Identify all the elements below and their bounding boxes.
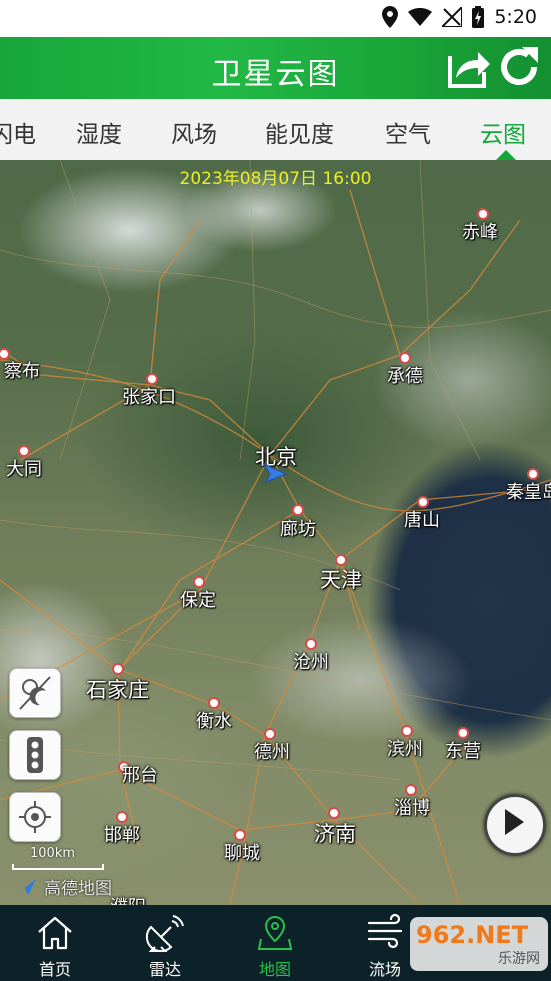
tab-air[interactable]: 空气 <box>385 115 431 149</box>
refresh-icon[interactable] <box>496 43 542 89</box>
status-time: 5:20 <box>494 6 537 28</box>
city-label: 赤峰 <box>462 222 498 243</box>
city-label: 唐山 <box>404 510 440 531</box>
flow-icon <box>367 913 403 949</box>
city-label: 邢台 <box>122 765 158 786</box>
city-label: 德州 <box>254 742 290 763</box>
satellite-map[interactable]: 2023年08月07日 16:00 赤峰 察布 承德 张家口 北京 大同 秦皇岛… <box>0 160 551 905</box>
location-arrow-icon <box>262 462 288 483</box>
tab-lightning[interactable]: 闪电 <box>0 115 36 149</box>
active-tab-indicator <box>496 150 516 160</box>
nav-map[interactable]: 地图 <box>220 905 330 981</box>
city-label: 东营 <box>445 741 481 762</box>
city-label: 石家庄 <box>86 678 149 702</box>
scale-bar <box>12 864 104 870</box>
map-provider-name: 高德地图 <box>44 879 112 899</box>
play-button[interactable] <box>484 794 546 856</box>
nav-radar[interactable]: 雷达 <box>110 905 220 981</box>
city-label: 聊城 <box>224 843 260 864</box>
city-label: 秦皇岛 <box>506 482 551 503</box>
watermark-text: 962.NET <box>416 921 529 949</box>
traffic-button[interactable] <box>9 730 61 780</box>
locate-icon <box>19 801 51 833</box>
city-label: 保定 <box>180 590 216 611</box>
site-watermark: 962.NET 乐游网 <box>410 917 548 971</box>
nav-label: 地图 <box>258 960 291 979</box>
city-label: 察布 <box>4 361 40 382</box>
tab-cloud[interactable]: 云图 <box>480 115 526 149</box>
home-icon <box>38 916 72 950</box>
traffic-light-icon <box>27 737 43 773</box>
watermark-subtext: 乐游网 <box>498 951 540 967</box>
city-label: 廊坊 <box>280 519 316 540</box>
tab-visibility[interactable]: 能见度 <box>265 115 334 149</box>
locate-button[interactable] <box>9 792 61 842</box>
city-label: 衡水 <box>196 711 232 732</box>
share-icon[interactable] <box>446 44 492 90</box>
location-icon <box>382 6 399 28</box>
map-timestamp: 2023年08月07日 16:00 <box>179 169 372 189</box>
city-label: 大同 <box>6 459 42 480</box>
city-label: 济南 <box>314 822 356 846</box>
tab-bar: 闪电 湿度 风场 能见度 空气 云图 <box>0 99 551 160</box>
app-bar: 卫星云图 <box>0 37 551 99</box>
tab-humidity[interactable]: 湿度 <box>76 115 122 149</box>
city-label: 沧州 <box>293 652 329 673</box>
scale-label: 100km <box>30 846 76 861</box>
map-provider-logo: 高德地图 <box>14 874 112 899</box>
road-network <box>0 160 551 905</box>
tab-wind[interactable]: 风场 <box>171 115 217 149</box>
nav-home[interactable]: 首页 <box>0 905 110 981</box>
battery-icon <box>472 6 485 28</box>
city-label: 张家口 <box>122 387 176 408</box>
amap-logo-icon <box>16 878 36 895</box>
day-night-toggle-button[interactable] <box>9 668 61 718</box>
day-night-icon <box>19 676 51 710</box>
wifi-icon <box>408 8 433 26</box>
city-label: 天津 <box>320 568 362 592</box>
map-icon <box>257 915 293 950</box>
city-label: 承德 <box>387 366 423 387</box>
nav-label: 雷达 <box>148 960 181 979</box>
status-bar: 5:20 <box>0 0 551 37</box>
city-label: 滨州 <box>387 739 423 760</box>
signal-icon <box>442 7 463 27</box>
play-icon <box>505 809 524 835</box>
city-label: 淄博 <box>394 798 430 819</box>
city-label: 濮阳 <box>110 893 146 905</box>
nav-label: 首页 <box>38 960 71 979</box>
radar-icon <box>145 915 184 953</box>
city-label: 邯郸 <box>104 825 140 846</box>
